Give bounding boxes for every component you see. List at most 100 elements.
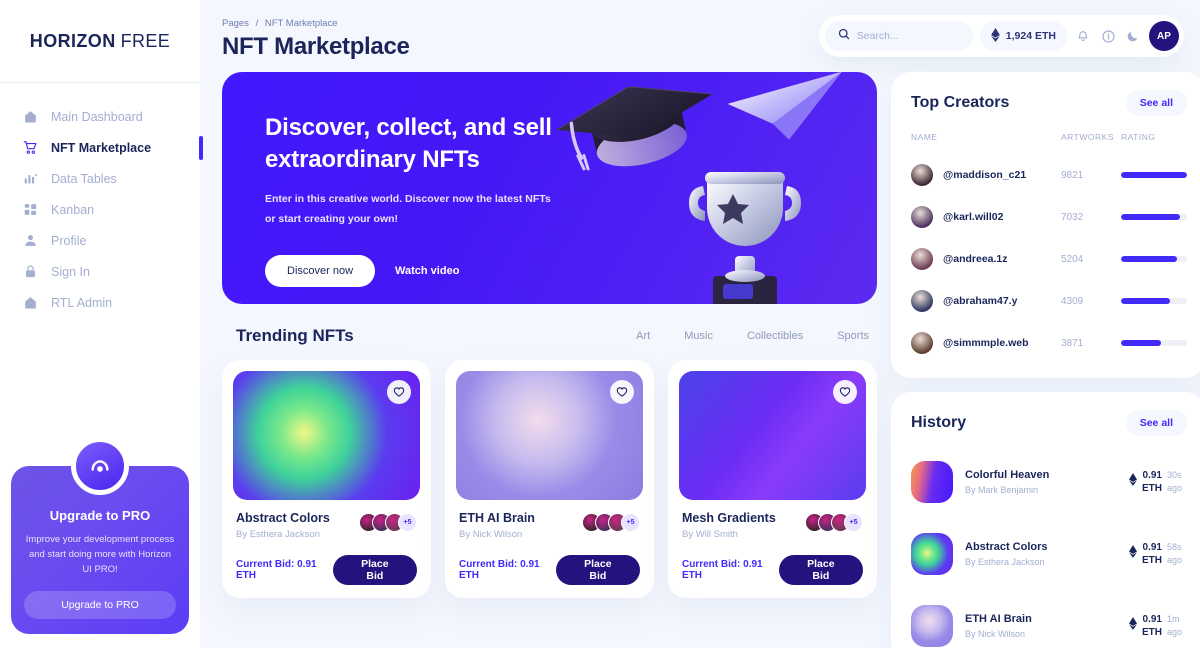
list-item[interactable]: Abstract Colors By Esthera Jackson 0.91 E… [891, 518, 1200, 590]
trending-title: Trending NFTs [236, 326, 354, 345]
sidebar-item-profile[interactable]: Profile [0, 225, 200, 256]
watch-video-button[interactable]: Watch video [395, 265, 459, 277]
upgrade-to-pro-button[interactable]: Upgrade to PRO [24, 591, 176, 619]
navbar-pill: 1,924 ETH [818, 15, 1184, 57]
list-item[interactable]: ETH AI Brain By Nick Wilson 0.91 ETH 1m ag… [891, 590, 1200, 648]
tab-collectibles[interactable]: Collectibles [747, 330, 803, 342]
nft-title-block: ETH AI Brain By Nick Wilson [459, 511, 535, 540]
search-box[interactable] [824, 21, 973, 51]
nft-footer: Current Bid: 0.91 ETH Place Bid [233, 540, 420, 587]
history-price: 0.91 ETH [1142, 542, 1162, 566]
bidder-avatars[interactable]: +5 [805, 511, 863, 532]
hero-subtitle: Enter in this creative world. Discover n… [265, 193, 551, 225]
sidebar-item-rtl-admin[interactable]: RTL Admin [0, 287, 200, 318]
nft-name: ETH AI Brain [459, 511, 535, 525]
extra-bidders-badge: +5 [621, 513, 640, 532]
breadcrumb: Pages / NFT Marketplace [222, 18, 410, 29]
topbar: Pages / NFT Marketplace NFT Marketplace [200, 0, 1200, 72]
info-icon[interactable] [1099, 27, 1117, 45]
table-row[interactable]: @andreea.1z 5204 [911, 238, 1187, 280]
avatar [911, 164, 933, 186]
user-avatar[interactable]: AP [1149, 21, 1179, 51]
eth-balance-pill[interactable]: 1,924 ETH [979, 21, 1067, 51]
nft-card[interactable]: Mesh Gradients By Will Smith +5 Current … [668, 360, 877, 598]
brand-name-light: FREE [120, 30, 171, 51]
extra-bidders-badge: +5 [398, 513, 417, 532]
nft-artwork [233, 371, 420, 500]
sidebar-item-kanban[interactable]: Kanban [0, 194, 200, 225]
breadcrumb-parent[interactable]: Pages [222, 18, 249, 29]
nft-author: By Nick Wilson [459, 529, 523, 540]
creator-rating-bar [1121, 298, 1187, 304]
place-bid-button[interactable]: Place Bid [332, 555, 417, 585]
sidebar-item-data-tables[interactable]: Data Tables [0, 163, 200, 194]
creator-handle: @karl.will02 [943, 211, 1004, 223]
tab-music[interactable]: Music [684, 330, 713, 342]
bidder-avatars[interactable]: +5 [582, 511, 640, 532]
creator-artworks: 7032 [1061, 211, 1084, 223]
lock-icon [22, 264, 38, 280]
list-item[interactable]: Colorful Heaven By Mark Benjamin 0.91 ETH… [891, 446, 1200, 518]
grid-icon [22, 202, 38, 218]
ethereum-icon [990, 27, 1000, 45]
history-panel: History See all Colorful Heaven By Mark … [891, 392, 1200, 648]
nft-meta: ETH AI Brain By Nick Wilson +5 [456, 500, 643, 540]
sidebar-item-label: Main Dashboard [51, 109, 143, 124]
creator-handle: @andreea.1z [943, 253, 1008, 265]
heart-icon[interactable] [610, 380, 634, 404]
history-header: History See all [891, 392, 1200, 436]
creator-rating-bar [1121, 214, 1187, 220]
table-header-row: NAME ARTWORKS RATING [911, 132, 1187, 154]
tab-art[interactable]: Art [636, 330, 650, 342]
main-area: Pages / NFT Marketplace NFT Marketplace [200, 0, 1200, 648]
upgrade-description: Improve your development process and sta… [25, 534, 175, 575]
sidebar-item-sign-in[interactable]: Sign In [0, 256, 200, 287]
history-text: ETH AI Brain By Nick Wilson [965, 613, 1117, 639]
history-author: By Esthera Jackson [965, 557, 1045, 567]
heart-icon[interactable] [387, 380, 411, 404]
history-author: By Nick Wilson [965, 629, 1026, 639]
home-icon [22, 295, 38, 311]
place-bid-button[interactable]: Place Bid [555, 555, 640, 585]
trending-header: Trending NFTs Art Music Collectibles Spo… [222, 304, 877, 360]
history-author: By Mark Benjamin [965, 485, 1039, 495]
brand-name-bold: HORIZON [29, 30, 116, 51]
creator-artworks: 9821 [1061, 169, 1084, 181]
nft-card-list: Abstract Colors By Esthera Jackson +5 Cu… [222, 360, 877, 598]
history-text: Colorful Heaven By Mark Benjamin [965, 469, 1117, 495]
history-see-all-button[interactable]: See all [1125, 410, 1187, 436]
bidder-avatars[interactable]: +5 [359, 511, 417, 532]
table-row[interactable]: @abraham47.y 4309 [911, 280, 1187, 322]
history-name: Abstract Colors [965, 541, 1048, 553]
app-root: HORIZON FREE Main Dashboard NFT Marketpl… [0, 0, 1200, 648]
horizon-logo-icon [71, 437, 129, 495]
top-creators-see-all-button[interactable]: See all [1125, 90, 1187, 116]
table-row[interactable]: @karl.will02 7032 [911, 196, 1187, 238]
person-icon [22, 233, 38, 249]
nft-card[interactable]: ETH AI Brain By Nick Wilson +5 Current B… [445, 360, 654, 598]
discover-now-button[interactable]: Discover now [265, 255, 376, 287]
moon-icon[interactable] [1124, 27, 1142, 45]
nft-artwork [456, 371, 643, 500]
history-title: History [911, 414, 967, 431]
creator-rating-bar [1121, 172, 1187, 178]
eth-balance-value: 1,924 ETH [1005, 30, 1056, 42]
sidebar-item-label: RTL Admin [51, 295, 113, 310]
nft-author: By Will Smith [682, 529, 738, 540]
table-row[interactable]: @maddison_c21 9821 [911, 154, 1187, 196]
search-input[interactable] [856, 30, 960, 42]
heart-icon[interactable] [833, 380, 857, 404]
place-bid-button[interactable]: Place Bid [778, 555, 863, 585]
nft-meta: Mesh Gradients By Will Smith +5 [679, 500, 866, 540]
sidebar-item-main-dashboard[interactable]: Main Dashboard [0, 101, 200, 132]
right-column: Top Creators See all NAME ARTWORKS RATIN… [891, 72, 1200, 648]
bell-icon[interactable] [1074, 27, 1092, 45]
history-time: 30s ago [1167, 470, 1183, 493]
ethereum-icon [1129, 473, 1137, 491]
nft-card[interactable]: Abstract Colors By Esthera Jackson +5 Cu… [222, 360, 431, 598]
tab-sports[interactable]: Sports [837, 330, 869, 342]
history-artwork [911, 461, 953, 503]
sidebar-item-nft-marketplace[interactable]: NFT Marketplace [0, 132, 203, 163]
table-row[interactable]: @simmmple.web 3871 [911, 322, 1187, 364]
creator-artworks: 3871 [1061, 337, 1084, 349]
